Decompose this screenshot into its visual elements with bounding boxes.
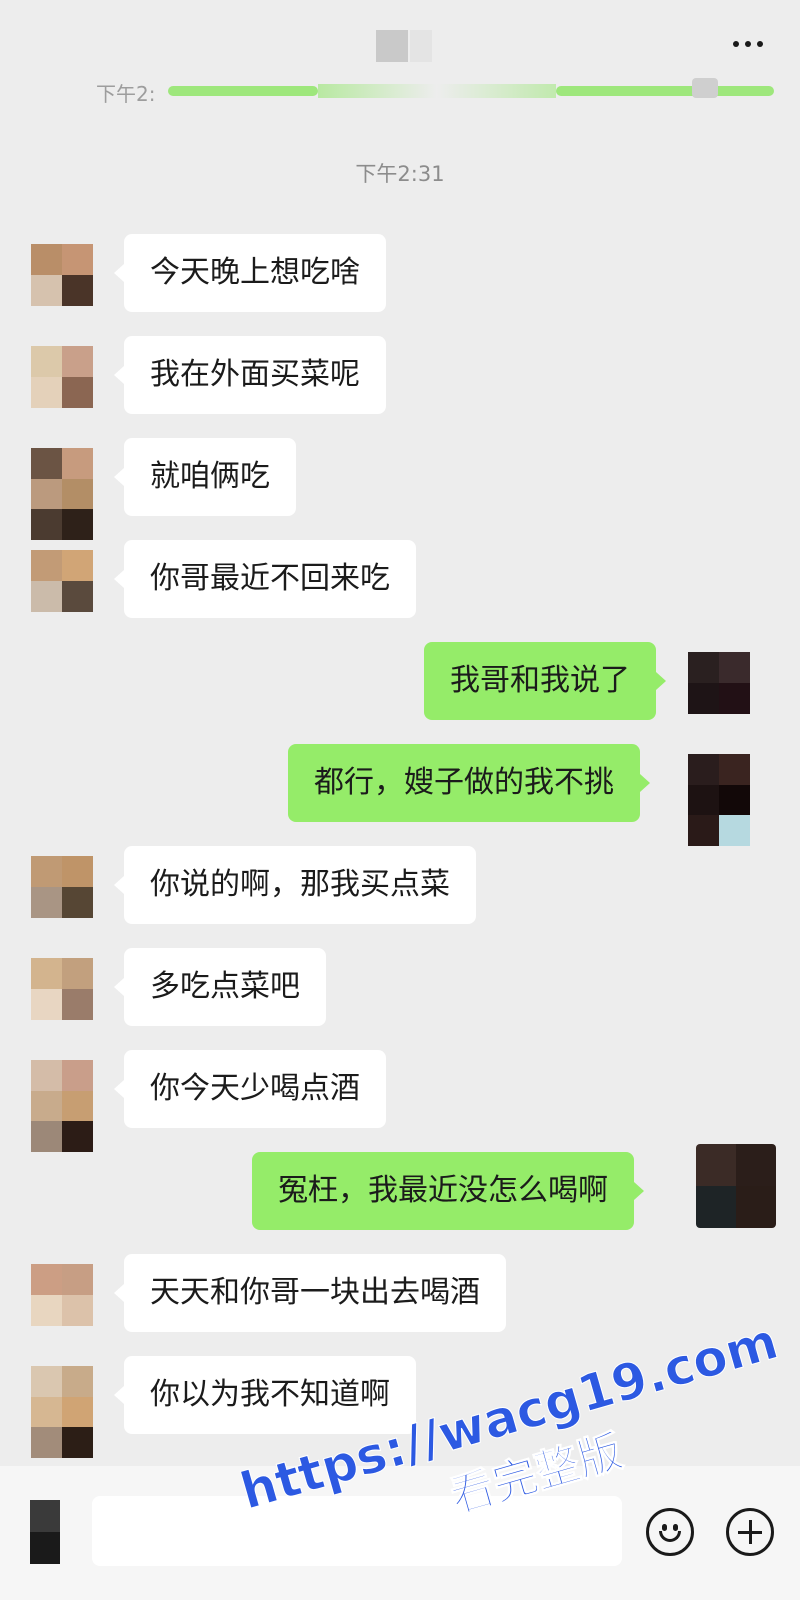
message-bubble[interactable]: 都行，嫂子做的我不挑 — [288, 744, 650, 822]
message-bubble[interactable]: 多吃点菜吧 — [114, 948, 326, 1026]
message-row: 我在外面买菜呢 — [0, 334, 800, 424]
chat-header — [0, 0, 800, 86]
user-avatar[interactable] — [688, 754, 750, 846]
message-bubble[interactable]: 我哥和我说了 — [424, 642, 666, 720]
plus-icon[interactable] — [726, 1508, 774, 1556]
chat-title-redacted — [376, 30, 432, 62]
message-row: 你今天少喝点酒 — [0, 1048, 800, 1152]
message-bubble[interactable]: 你说的啊，那我买点菜 — [114, 846, 476, 924]
message-row: 我哥和我说了 — [0, 640, 800, 730]
quoted-message-blur — [318, 84, 556, 98]
message-row: 多吃点菜吧 — [0, 946, 800, 1036]
user-avatar[interactable] — [688, 652, 750, 714]
quoted-message-avatar — [692, 78, 718, 98]
contact-avatar[interactable] — [31, 448, 93, 540]
more-options-icon[interactable] — [726, 26, 770, 62]
quoted-message-preview[interactable]: 下午2: — [96, 76, 774, 106]
contact-avatar[interactable] — [31, 1264, 93, 1326]
message-bubble[interactable]: 你以为我不知道啊 — [114, 1356, 416, 1434]
message-row: 天天和你哥一块出去喝酒 — [0, 1252, 800, 1342]
message-bubble[interactable]: 就咱俩吃 — [114, 438, 296, 516]
contact-avatar[interactable] — [31, 346, 93, 408]
user-avatar[interactable] — [696, 1144, 776, 1228]
chat-screen: 下午2: 下午2:31 今天晚上想吃啥 我在外面买菜呢 就咱俩吃 你哥最近不回来… — [0, 0, 800, 1600]
input-bar — [0, 1466, 800, 1600]
message-row: 你以为我不知道啊 — [0, 1354, 800, 1458]
message-bubble[interactable]: 你今天少喝点酒 — [114, 1050, 386, 1128]
contact-avatar[interactable] — [31, 958, 93, 1020]
contact-avatar[interactable] — [31, 856, 93, 918]
message-row: 今天晚上想吃啥 — [0, 232, 800, 322]
message-row: 都行，嫂子做的我不挑 — [0, 742, 800, 846]
quoted-message-bar — [168, 86, 318, 96]
message-bubble[interactable]: 你哥最近不回来吃 — [114, 540, 416, 618]
emoji-icon[interactable] — [646, 1508, 694, 1556]
message-row: 就咱俩吃 — [0, 436, 800, 540]
contact-avatar[interactable] — [31, 1366, 93, 1458]
contact-avatar[interactable] — [31, 550, 93, 612]
contact-avatar[interactable] — [31, 244, 93, 306]
message-row: 你哥最近不回来吃 — [0, 538, 800, 628]
quoted-message-time: 下午2: — [96, 82, 156, 106]
message-input[interactable] — [92, 1496, 622, 1566]
contact-avatar[interactable] — [31, 1060, 93, 1152]
message-bubble[interactable]: 天天和你哥一块出去喝酒 — [114, 1254, 506, 1332]
message-row: 你说的啊，那我买点菜 — [0, 844, 800, 934]
message-bubble[interactable]: 我在外面买菜呢 — [114, 336, 386, 414]
message-timestamp: 下午2:31 — [355, 162, 445, 186]
quoted-message-bar — [556, 86, 774, 96]
voice-icon[interactable] — [30, 1500, 60, 1564]
message-row: 冤枉，我最近没怎么喝啊 — [0, 1144, 800, 1240]
message-bubble[interactable]: 今天晚上想吃啥 — [114, 234, 386, 312]
message-bubble[interactable]: 冤枉，我最近没怎么喝啊 — [252, 1152, 644, 1230]
